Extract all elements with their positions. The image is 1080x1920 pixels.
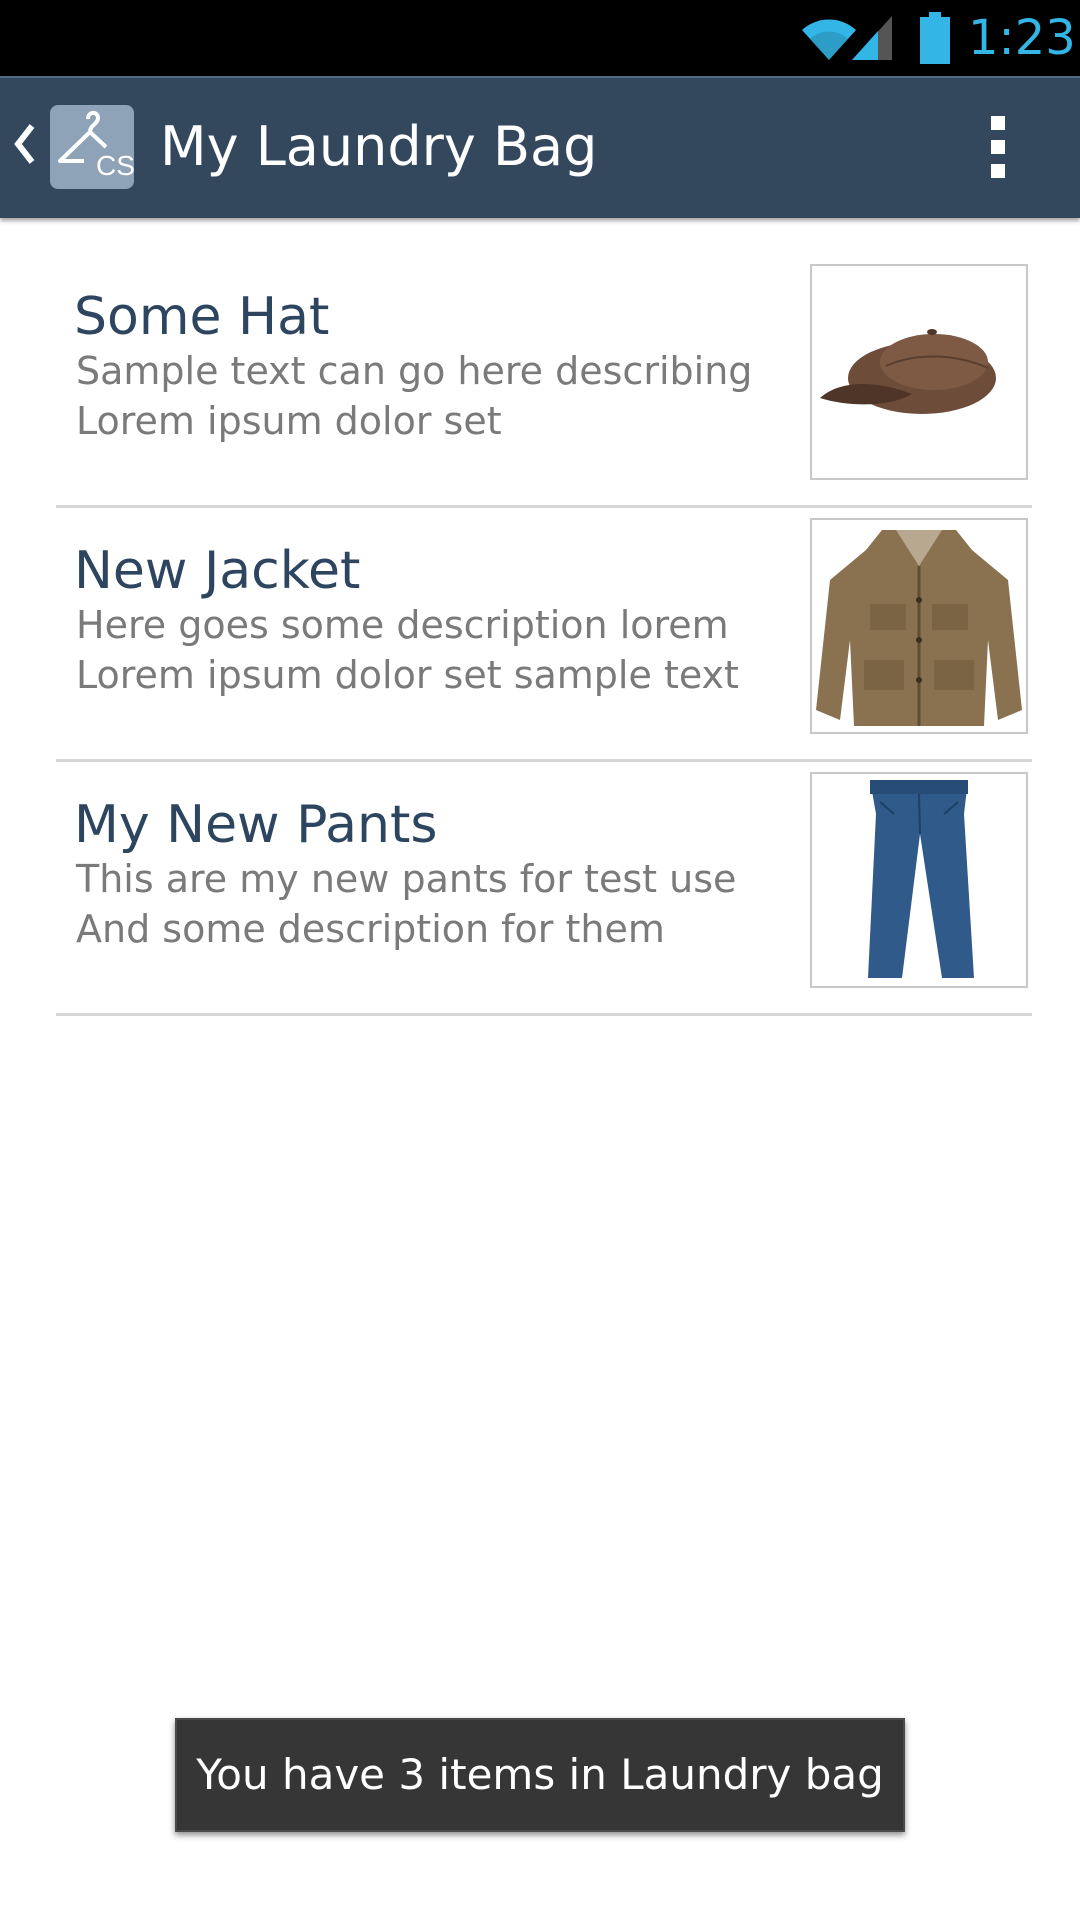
item-thumbnail[interactable] (810, 264, 1028, 480)
status-clock: 1:23 (968, 10, 1076, 66)
item-title: Some Hat (74, 287, 330, 347)
item-description-line-2: Lorem ipsum dolor set sample text (76, 653, 739, 697)
item-description-line-1: Here goes some description lorem (76, 603, 729, 647)
laundry-bag-screen: 1:23 CS My Laundry Bag Some Hat Sample t… (0, 0, 1080, 1920)
toast-message: You have 3 items in Laundry bag (175, 1718, 905, 1832)
jacket-icon (816, 530, 1022, 726)
item-title: My New Pants (74, 795, 438, 855)
pants-icon (868, 780, 974, 978)
action-bar: CS My Laundry Bag (0, 76, 1080, 218)
battery-icon (920, 12, 950, 64)
item-description-line-1: Sample text can go here describing (76, 349, 753, 393)
hat-icon (820, 329, 996, 414)
overflow-menu-icon[interactable] (980, 114, 1016, 180)
logo-text: CS (96, 150, 134, 181)
item-description-line-1: This are my new pants for test use (76, 857, 737, 901)
cell-signal-icon (852, 16, 892, 60)
item-title: New Jacket (74, 541, 361, 601)
list-item[interactable]: Some Hat Sample text can go here describ… (56, 254, 1032, 508)
chevron-left-icon[interactable] (12, 120, 36, 168)
action-bar-highlight (0, 76, 1080, 78)
list-item[interactable]: My New Pants This are my new pants for t… (56, 762, 1032, 1016)
list-divider (56, 1013, 1032, 1016)
hanger-logo-icon: CS (58, 110, 134, 181)
page-title: My Laundry Bag (160, 115, 598, 178)
status-bar: 1:23 (0, 0, 1080, 76)
item-description-line-2: And some description for them (76, 907, 665, 951)
app-logo-button[interactable]: CS (50, 105, 134, 189)
item-thumbnail[interactable] (810, 518, 1028, 734)
list-item[interactable]: New Jacket Here goes some description lo… (56, 508, 1032, 762)
item-description-line-2: Lorem ipsum dolor set (76, 399, 502, 443)
item-thumbnail[interactable] (810, 772, 1028, 988)
